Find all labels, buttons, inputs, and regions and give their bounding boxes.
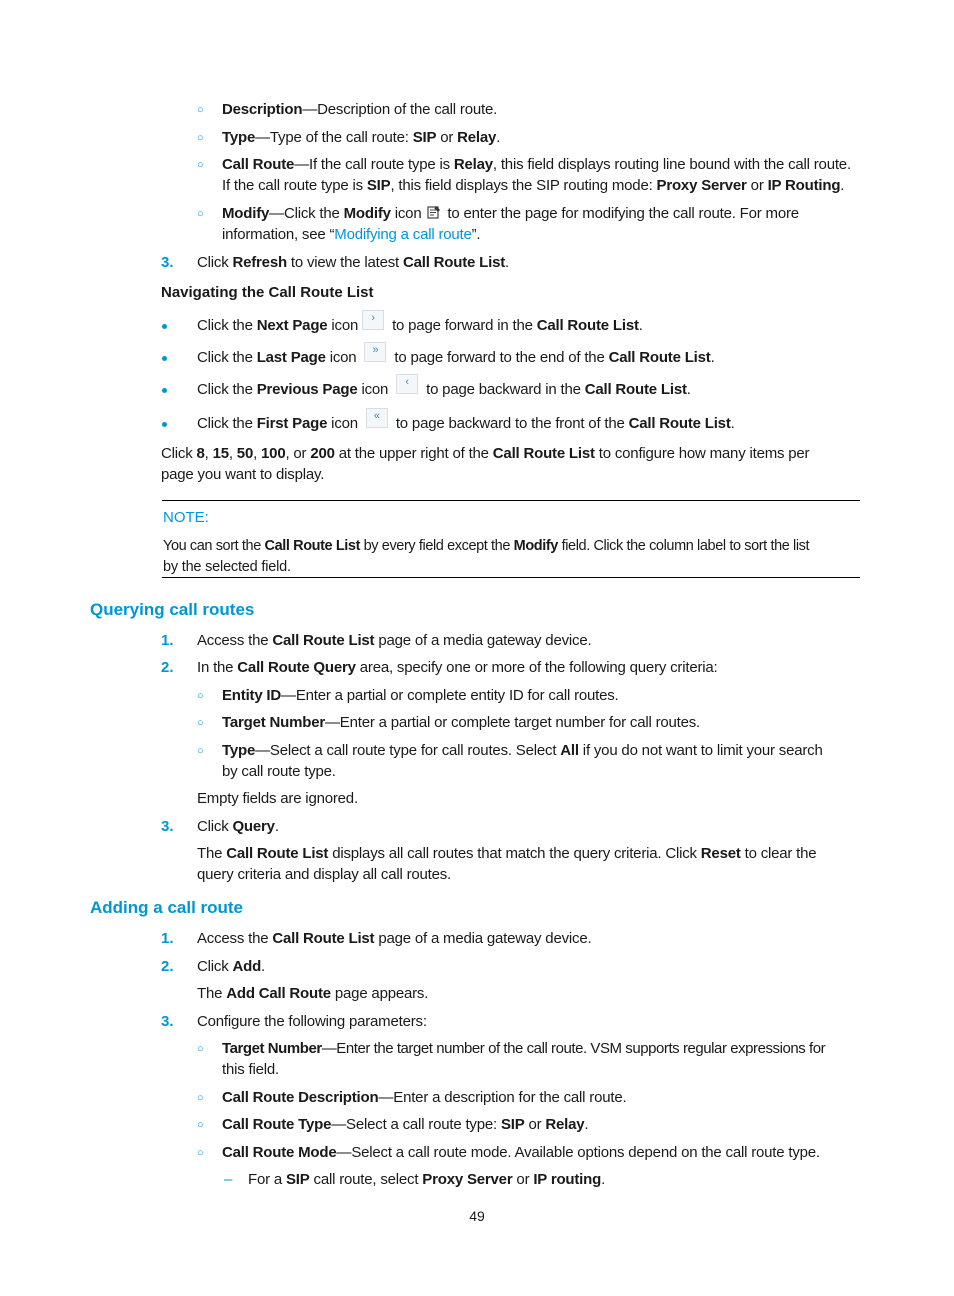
- paragraph-continuation: page you want to display.: [161, 466, 325, 483]
- list-item: Click the Last Page icon » to page forwa…: [197, 342, 715, 366]
- list-item: Description—Description of the call rout…: [222, 101, 498, 118]
- paragraph: The Add Call Route page appears.: [197, 985, 429, 1002]
- section-heading-querying: Querying call routes: [90, 600, 255, 619]
- circle-bullet-icon: ○: [197, 1043, 204, 1055]
- circle-bullet-icon: ○: [197, 717, 204, 729]
- list-item: Type—Type of the call route: SIP or Rela…: [222, 129, 501, 146]
- bullet-icon: [162, 422, 167, 427]
- first-page-icon: «: [365, 408, 388, 428]
- step-number: 1.: [161, 632, 174, 649]
- list-item: Call Route Description—Enter a descripti…: [222, 1089, 627, 1106]
- section-heading-adding: Adding a call route: [90, 898, 244, 917]
- previous-page-icon: ‹: [396, 374, 419, 394]
- list-item-continuation: by call route type.: [222, 763, 336, 780]
- next-page-icon: ›: [362, 310, 385, 330]
- page-number: 49: [469, 1208, 485, 1224]
- step-text: Access the Call Route List page of a med…: [197, 632, 592, 649]
- paragraph: Click 8, 15, 50, 100, or 200 at the uppe…: [161, 445, 810, 462]
- list-item: Type—Select a call route type for call r…: [222, 742, 823, 759]
- circle-bullet-icon: ○: [197, 1147, 204, 1159]
- list-item: Click the Previous Page icon ‹ to page b…: [197, 374, 691, 398]
- list-item: Call Route Type—Select a call route type…: [222, 1116, 589, 1133]
- circle-bullet-icon: ○: [197, 208, 204, 220]
- step-number: 2.: [161, 958, 174, 975]
- step-number: 3.: [161, 254, 174, 271]
- circle-bullet-icon: ○: [197, 132, 204, 144]
- list-item: Click the First Page icon « to page back…: [197, 408, 735, 432]
- step-text: Access the Call Route List page of a med…: [197, 930, 592, 947]
- list-item: Modify—Click the Modify icon to enter th…: [222, 205, 799, 222]
- list-item: Click the Next Page icon › to page forwar…: [197, 310, 643, 334]
- list-item: Target Number—Enter a partial or complet…: [222, 714, 701, 731]
- modify-icon: [427, 205, 441, 219]
- step-number: 2.: [161, 659, 174, 676]
- circle-bullet-icon: ○: [197, 1092, 204, 1104]
- last-page-icon: »: [364, 342, 387, 362]
- bullet-icon: [162, 324, 167, 329]
- note-top-divider: [162, 500, 860, 501]
- paragraph-continuation: query criteria and display all call rout…: [197, 866, 452, 883]
- step-text: Configure the following parameters:: [197, 1013, 427, 1030]
- list-item: Call Route—If the call route type is Rel…: [222, 156, 851, 173]
- circle-bullet-icon: ○: [197, 104, 204, 116]
- step-text: Click Query.: [197, 818, 279, 835]
- paragraph: The Call Route List displays all call ro…: [197, 845, 817, 862]
- step-text: Click Add.: [197, 958, 265, 975]
- note-text-continuation: by the selected field.: [163, 559, 291, 575]
- step-number: 1.: [161, 930, 174, 947]
- step-text: Click Refresh to view the latest Call Ro…: [197, 254, 509, 271]
- list-item: Target Number—Enter the target number of…: [222, 1040, 826, 1057]
- circle-bullet-icon: ○: [197, 1119, 204, 1131]
- list-item-continuation: this field.: [222, 1061, 279, 1078]
- bullet-icon: [162, 388, 167, 393]
- step-text: In the Call Route Query area, specify on…: [197, 659, 718, 676]
- circle-bullet-icon: ○: [197, 690, 204, 702]
- sub-list-item: For a SIP call route, select Proxy Serve…: [248, 1171, 606, 1188]
- list-item: Call Route Mode—Select a call route mode…: [222, 1144, 820, 1161]
- bullet-icon: [162, 356, 167, 361]
- document-page: ○ Description—Description of the call ro…: [0, 0, 954, 1296]
- note-bottom-divider: [162, 577, 860, 578]
- list-item-continuation: If the call route type is SIP, this fiel…: [222, 177, 845, 194]
- circle-bullet-icon: ○: [197, 159, 204, 171]
- note-text: You can sort the Call Route List by ever…: [163, 538, 810, 554]
- subsection-title: Navigating the Call Route List: [161, 284, 374, 301]
- paragraph: Empty fields are ignored.: [197, 790, 358, 807]
- step-number: 3.: [161, 1013, 174, 1030]
- list-item: Entity ID—Enter a partial or complete en…: [222, 687, 619, 704]
- modifying-call-route-link[interactable]: Modifying a call route: [334, 226, 472, 243]
- note-label: NOTE:: [163, 509, 209, 526]
- step-number: 3.: [161, 818, 174, 835]
- circle-bullet-icon: ○: [197, 745, 204, 757]
- list-item-continuation: information, see “Modifying a call route…: [222, 226, 481, 243]
- dash-bullet-icon: –: [224, 1171, 233, 1188]
